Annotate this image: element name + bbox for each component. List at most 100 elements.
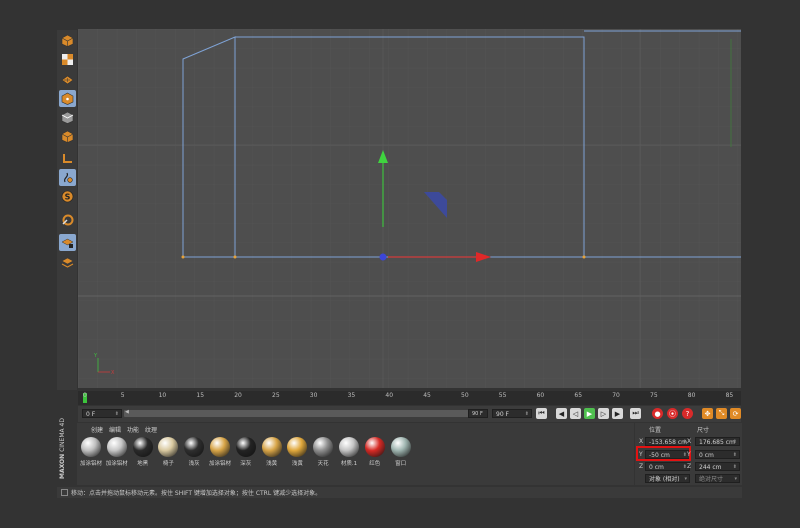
size-y-field[interactable]: 0 cm ⬍	[695, 450, 740, 459]
spline-point[interactable]	[181, 255, 185, 259]
position-key-icon[interactable]: ✥	[702, 408, 713, 419]
timeline-tick-label: 75	[650, 392, 658, 399]
material-item[interactable]: 深灰	[234, 437, 258, 467]
material-preview-sphere	[339, 437, 359, 457]
coordinate-mode-dropdown[interactable]: 对象 (相对) ▾	[645, 474, 690, 483]
material-label: 加涂铝材	[79, 461, 102, 467]
material-item[interactable]: 浅黄	[285, 437, 309, 467]
status-text: 移动：点击并拖动鼠标移动元素。按住 SHIFT 键增加选择对象；按住 CTRL …	[71, 490, 322, 497]
material-item[interactable]: 加涂铝材	[208, 437, 232, 467]
timeline-tick-label: 15	[196, 392, 205, 399]
coordinate-mode-value: 对象 (相对)	[649, 476, 680, 483]
material-preview-sphere	[390, 437, 411, 457]
timeline-tick-label: 60	[536, 392, 545, 399]
timeline-tick-label: 25	[272, 392, 280, 399]
locked-workplane-icon[interactable]	[59, 234, 76, 251]
material-item[interactable]: 加涂铝材	[105, 437, 129, 467]
timeline-tick-label: 0	[83, 392, 87, 399]
previous-key-icon[interactable]: ◀	[556, 408, 567, 419]
autokeying-icon[interactable]: ⦿	[667, 408, 678, 419]
size-y-label: Y	[687, 451, 691, 458]
pos-x-label: X	[639, 438, 644, 445]
position-x-value: -153.658 cm	[649, 439, 688, 446]
record-active-objects-icon[interactable]: ●	[652, 408, 663, 419]
gizmo-center[interactable]	[379, 253, 387, 261]
polygons-mode-icon[interactable]	[59, 128, 76, 145]
material-item[interactable]: 窗口	[389, 437, 413, 467]
timeline-tick-label: 10	[158, 392, 167, 399]
previous-frame-icon[interactable]: ◁	[570, 408, 581, 419]
sculpt-brush-icon[interactable]	[59, 211, 76, 228]
material-preview-sphere	[313, 437, 334, 457]
size-x-value: 176.685 cm	[699, 439, 735, 446]
play-forward-icon[interactable]: ▶	[584, 408, 595, 419]
go-to-end-icon[interactable]: ⏭	[630, 408, 641, 419]
scale-key-icon[interactable]: ⤡	[716, 408, 727, 419]
timeline-tick-label: 55	[498, 392, 507, 399]
rotation-key-icon[interactable]: ⟳	[730, 408, 741, 419]
timeline-tick-label: 30	[309, 392, 318, 399]
timeline-tick-label: 35	[347, 392, 356, 399]
timeline-tick-label: 45	[423, 392, 431, 399]
brand-cinema4d: CINEMA 4D	[59, 418, 66, 452]
next-frame-icon[interactable]: ▷	[598, 408, 609, 419]
material-preview-sphere	[158, 437, 179, 457]
snap-icon[interactable]: S	[59, 188, 76, 205]
material-label: 加涂铝材	[105, 461, 128, 467]
material-preview-sphere	[132, 437, 153, 457]
size-y-value: 0 cm	[699, 452, 714, 459]
size-mode-dropdown[interactable]: 绝对尺寸 ▾	[695, 474, 740, 483]
spline-point[interactable]	[233, 255, 237, 259]
tweak-mode-icon[interactable]	[59, 169, 76, 186]
material-preview-sphere	[81, 437, 101, 457]
material-label: 材质.1	[340, 461, 358, 467]
axis-mode-icon[interactable]	[59, 150, 76, 167]
position-header: 位置	[649, 427, 662, 434]
size-mode-value: 绝对尺寸	[699, 476, 724, 483]
material-item[interactable]: 浅灰	[182, 437, 206, 467]
3d-viewport[interactable]: Y X	[78, 29, 741, 388]
go-to-start-icon[interactable]: ⏮	[536, 408, 547, 419]
timeline-tick-label: 20	[234, 392, 242, 399]
edges-mode-icon[interactable]	[59, 109, 76, 126]
position-z-field[interactable]: 0 cm ⬍	[645, 462, 690, 471]
material-item[interactable]: 材质.1	[337, 437, 361, 467]
timeline-tick-label: 40	[385, 392, 394, 399]
points-mode-icon[interactable]	[59, 90, 76, 107]
keyframe-selection-icon[interactable]: ?	[682, 408, 693, 419]
timeline-tick-label: 5	[120, 392, 125, 399]
timeline-ruler[interactable]: 0 5 10 15 20 25 30 35 40 45 50 55 60 65 70 75 80 85	[78, 391, 741, 405]
material-preview-sphere	[261, 437, 282, 457]
material-label: 地黑	[137, 461, 149, 467]
material-item[interactable]: 加涂铝材	[79, 437, 103, 467]
material-label: 浅黄	[266, 461, 278, 467]
material-item[interactable]: 浅黄	[260, 437, 284, 467]
start-frame-field[interactable]: 0 F ⬍	[82, 409, 122, 418]
planar-workplane-icon[interactable]	[59, 253, 76, 270]
status-icon	[61, 489, 68, 496]
workplane-icon[interactable]	[59, 70, 76, 87]
model-mode-cube-icon[interactable]	[59, 32, 76, 49]
material-item[interactable]: 椅子	[156, 437, 180, 467]
viewport-scene: Y X	[78, 29, 741, 388]
end-frame-field[interactable]: 90 F ⬍	[492, 409, 532, 418]
material-label: 浅黄	[291, 461, 303, 467]
material-item[interactable]: 地黑	[131, 437, 155, 467]
preview-end-field[interactable]: 90 F	[468, 409, 488, 418]
material-manager: MAXON CINEMA 4D 创建 编辑 功能 纹理 加涂铝材 加涂铝材 地黑 椅子 浅灰加…	[57, 418, 634, 485]
next-key-icon[interactable]: ▶	[612, 408, 623, 419]
material-item[interactable]: 红色	[363, 437, 387, 467]
preview-range-slider[interactable]: ◀ ▶	[124, 409, 486, 417]
texture-mode-checker-icon[interactable]	[59, 51, 76, 68]
timeline-tick-label: 70	[612, 392, 620, 399]
spline-point[interactable]	[582, 255, 586, 259]
material-item[interactable]: 天花	[311, 437, 335, 467]
left-toolbar: S	[57, 30, 77, 390]
size-z-field[interactable]: 244 cm ⬍	[695, 462, 740, 471]
size-x-field[interactable]: 176.685 cm ⬍	[695, 437, 740, 446]
position-x-field[interactable]: -153.658 cm ⬍	[645, 437, 690, 446]
size-x-label: X	[687, 438, 692, 445]
slider-left-arrow-icon[interactable]: ◀	[125, 409, 129, 415]
end-frame-value: 90 F	[496, 411, 509, 418]
pos-z-label: Z	[639, 463, 644, 470]
